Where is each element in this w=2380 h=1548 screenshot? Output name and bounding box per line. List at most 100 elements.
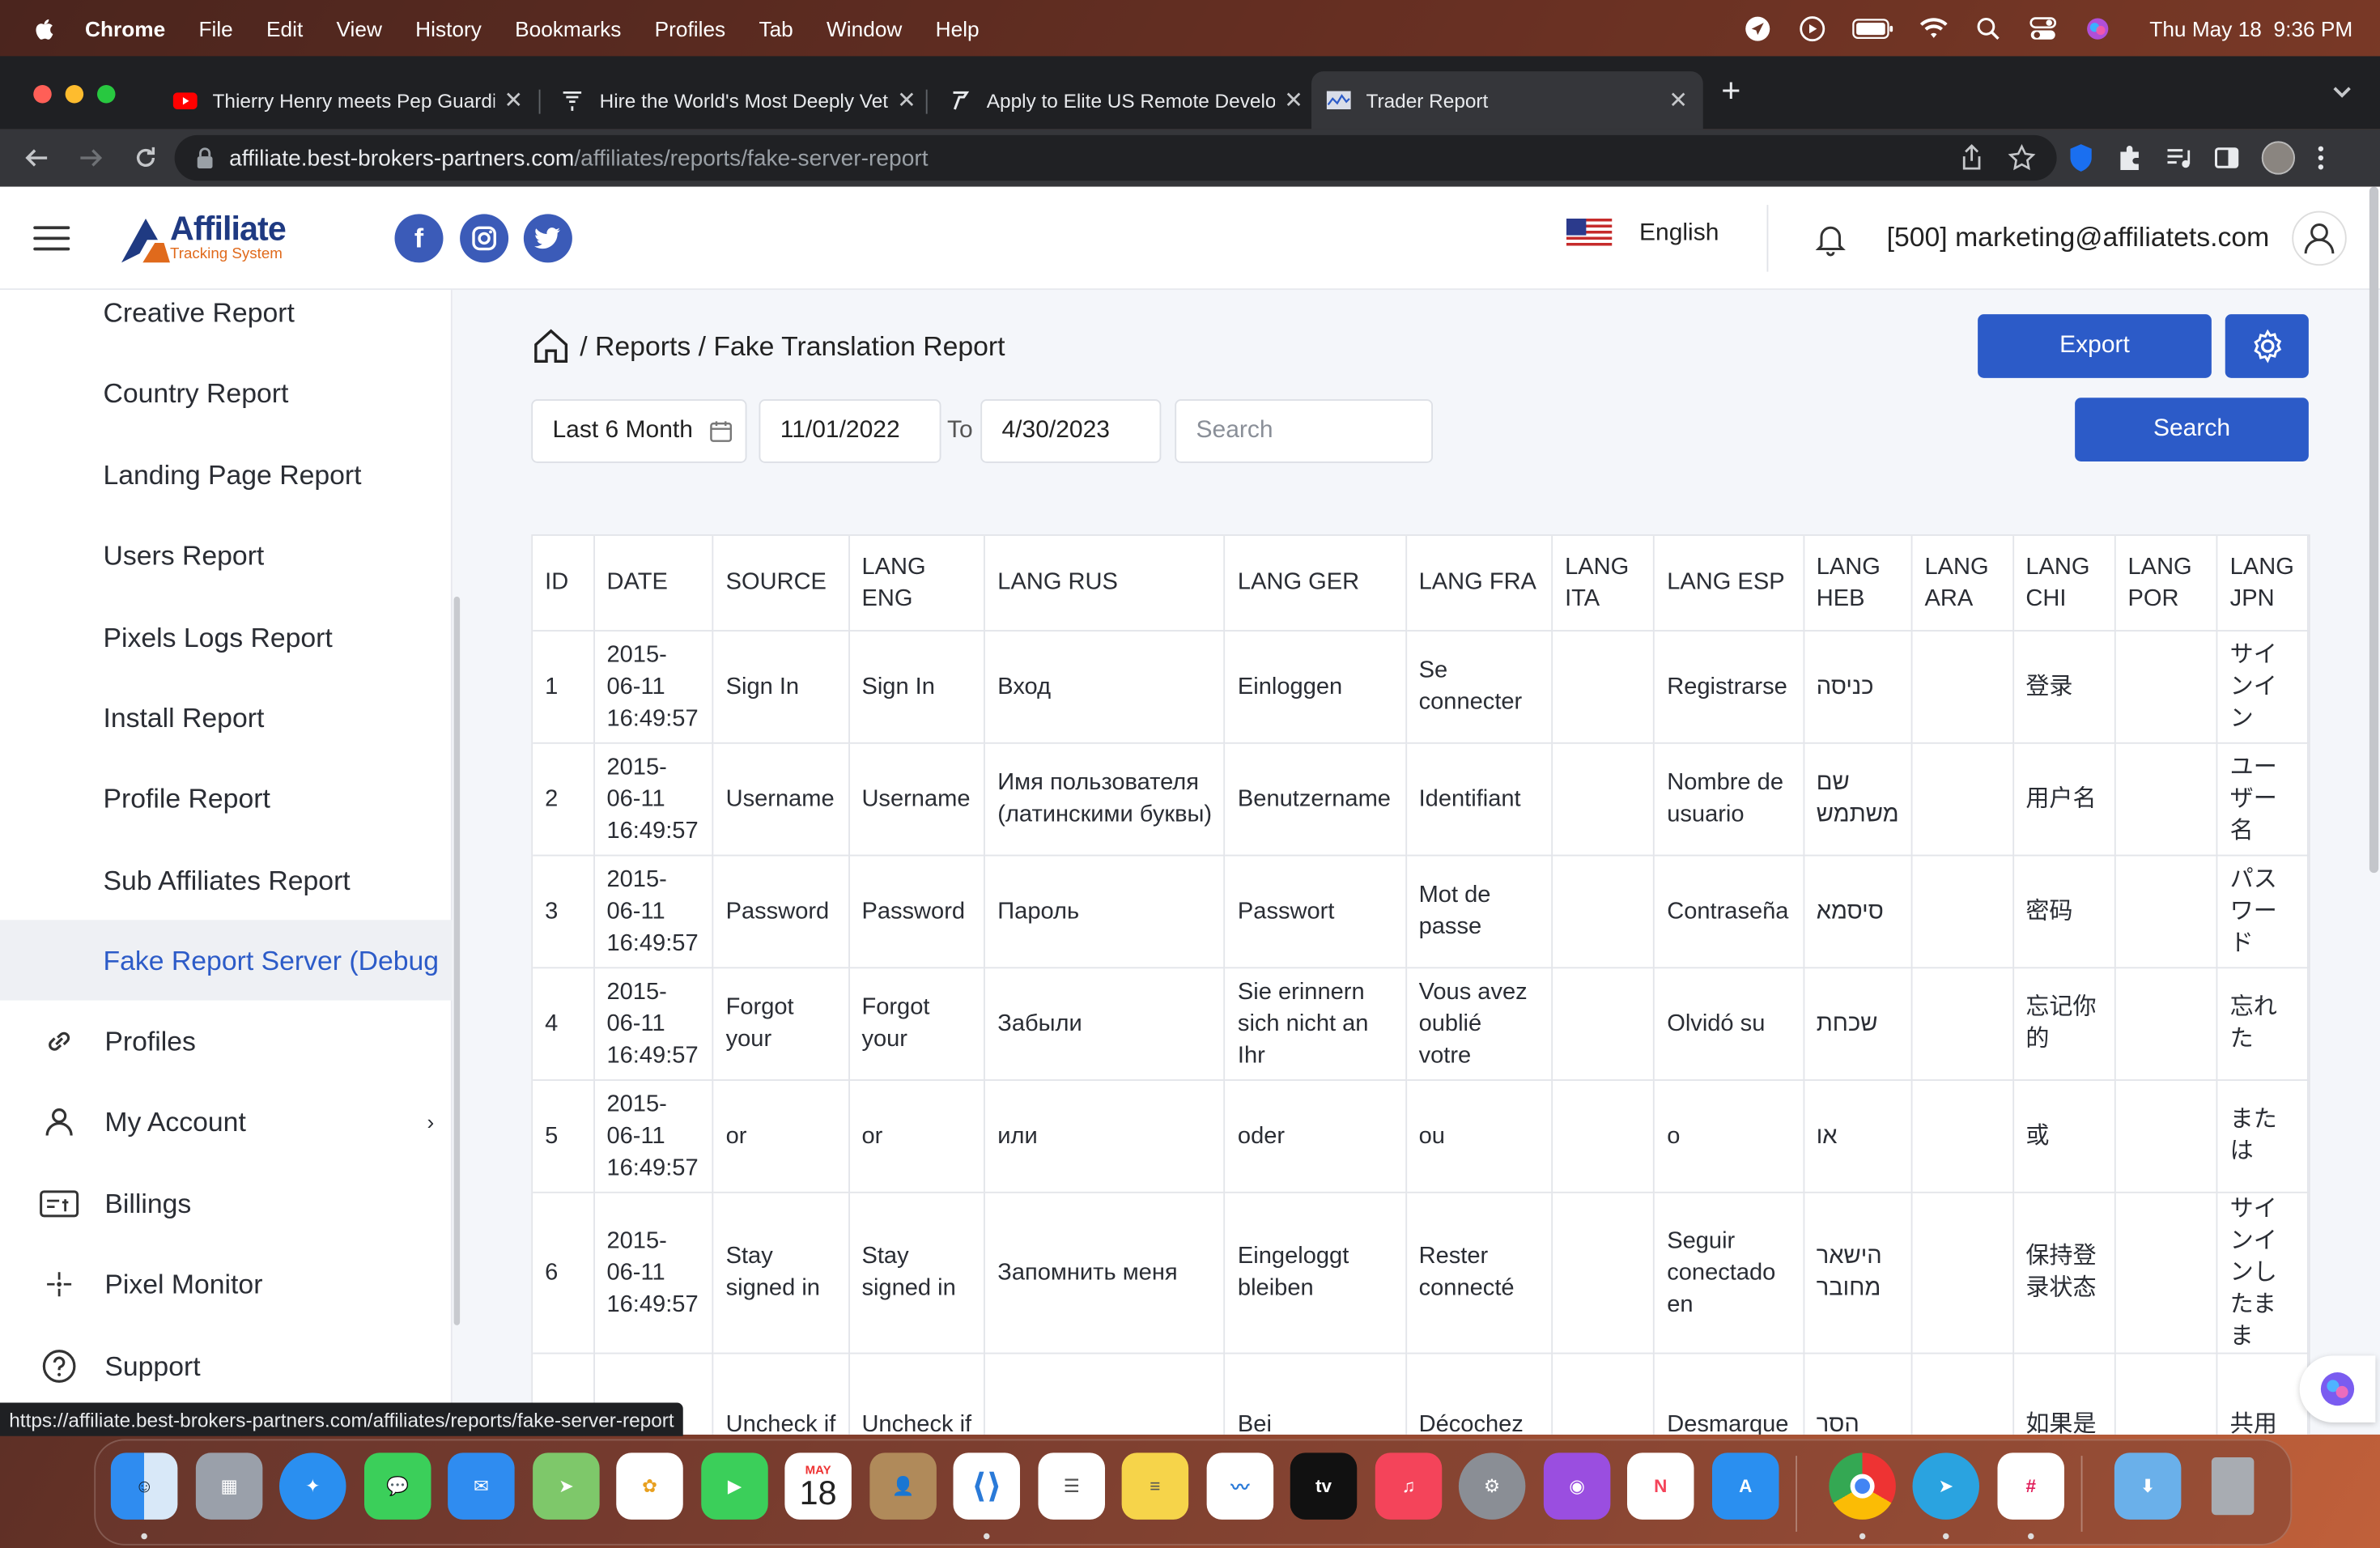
menu-app-name[interactable]: Chrome [85, 16, 165, 40]
close-tab-icon[interactable]: ✕ [897, 87, 916, 114]
user-account-label[interactable]: [500] marketing@affiliatets.com [1887, 222, 2270, 253]
chrome-menu-icon[interactable] [2316, 144, 2325, 172]
launchpad-icon[interactable]: ▦ [195, 1452, 263, 1520]
column-header[interactable]: SOURCE [712, 535, 850, 632]
browser-tab[interactable]: Thierry Henry meets Pep Guardiola ✕ [158, 71, 538, 129]
column-header[interactable]: LANG POR [2114, 535, 2218, 632]
spotlight-search-icon[interactable] [1974, 13, 2004, 44]
column-header[interactable]: LANG CHI [2012, 535, 2116, 632]
menu-help[interactable]: Help [936, 16, 980, 40]
telegram-icon[interactable]: ➤ [1912, 1452, 1979, 1520]
forward-arrow-icon[interactable] [76, 142, 107, 173]
sidebar-scrollbar[interactable] [453, 596, 461, 1325]
search-input[interactable]: Search [1175, 399, 1433, 463]
profile-avatar-icon[interactable] [2261, 141, 2295, 175]
news-icon[interactable]: N [1627, 1452, 1694, 1520]
settings-button[interactable] [2225, 314, 2309, 378]
table-row[interactable]: 6 2015-06-11 16:49:57 Stay signed in Stay s… [533, 1191, 2309, 1354]
sidebar-item-landing-page-report[interactable]: Landing Page Report [104, 460, 362, 491]
photos-icon[interactable]: ✿ [616, 1452, 683, 1520]
sidebar-item-profile-report[interactable]: Profile Report [104, 784, 270, 815]
column-header[interactable]: LANG ESP [1654, 535, 1804, 632]
hamburger-menu-icon[interactable] [33, 226, 70, 253]
column-header[interactable]: DATE [593, 535, 714, 632]
tab-search-chevron-icon[interactable] [2331, 80, 2352, 108]
column-header[interactable]: ID [533, 535, 595, 632]
music-icon[interactable]: ♫ [1375, 1452, 1443, 1520]
appletv-icon[interactable]: tv [1290, 1452, 1358, 1520]
column-header[interactable]: LANG ENG [848, 535, 986, 632]
close-tab-icon[interactable]: ✕ [504, 87, 524, 114]
downloads-icon[interactable]: ⬇ [2114, 1452, 2182, 1520]
safari-icon[interactable]: ✦ [279, 1452, 346, 1520]
table-row[interactable]: 4 2015-06-11 16:49:57 Forgot your Forgot yo… [533, 967, 2309, 1081]
menu-profiles[interactable]: Profiles [655, 16, 726, 40]
apple-icon[interactable] [31, 15, 58, 42]
maps-icon[interactable]: ➤ [533, 1452, 600, 1520]
date-from-input[interactable]: 11/01/2022 [759, 399, 941, 463]
system-settings-icon[interactable]: ⚙ [1458, 1452, 1526, 1520]
contacts-icon[interactable]: 👤 [869, 1452, 937, 1520]
reminders-icon[interactable]: ☰ [1038, 1452, 1105, 1520]
twitter-icon[interactable] [523, 214, 572, 263]
column-header[interactable]: LANG ARA [1911, 535, 2014, 632]
messages-icon[interactable]: 💬 [364, 1452, 431, 1520]
facetime-icon[interactable]: ▶ [701, 1452, 768, 1520]
sidebar-item-pixel-monitor[interactable]: Pixel Monitor [40, 1265, 262, 1304]
menu-window[interactable]: Window [827, 16, 902, 40]
export-button[interactable]: Export [1978, 314, 2212, 378]
play-icon[interactable] [1797, 13, 1828, 44]
facebook-icon[interactable]: f [394, 214, 444, 263]
notes-icon[interactable]: ≡ [1121, 1452, 1189, 1520]
sidebar-item-pixels-logs-report[interactable]: Pixels Logs Report [104, 623, 333, 654]
new-tab-icon[interactable]: + [1721, 71, 1740, 111]
column-header[interactable]: LANG ITA [1552, 535, 1655, 632]
breadcrumb-reports[interactable]: Reports [595, 330, 691, 362]
assistant-widget-icon[interactable] [2299, 1355, 2376, 1423]
sidebar-item-country-report[interactable]: Country Report [104, 378, 289, 410]
battery-icon[interactable] [1852, 13, 1895, 44]
sidebar-item-sub-affiliates-report[interactable]: Sub Affiliates Report [104, 865, 351, 897]
table-row[interactable]: Uncheck if you'reUncheck if you're Bei ge… [533, 1352, 2309, 1435]
siri-icon[interactable] [2083, 13, 2114, 44]
address-bar[interactable]: affiliate.best-brokers-partners.com/affi… [174, 134, 2057, 181]
table-row[interactable]: 3 2015-06-11 16:49:57 Password Password Паро… [533, 854, 2309, 968]
slack-icon[interactable]: # [1997, 1452, 2064, 1520]
instagram-icon[interactable] [460, 214, 509, 263]
browser-tab[interactable]: Hire the World's Most Deeply Vetted ✕ [545, 71, 931, 129]
user-avatar-icon[interactable] [2292, 211, 2347, 266]
home-icon[interactable] [531, 326, 571, 366]
freeform-icon[interactable]: 〰 [1206, 1452, 1274, 1520]
sidebar-item-billings[interactable]: Billings [40, 1184, 191, 1224]
date-range-preset-select[interactable]: Last 6 Month [531, 399, 747, 463]
shield-extension-icon[interactable] [2068, 142, 2095, 173]
table-row[interactable]: 5 2015-06-11 16:49:57 or or или oder ou o או 或または [533, 1079, 2309, 1193]
menu-view[interactable]: View [336, 16, 381, 40]
trash-icon[interactable] [2199, 1452, 2267, 1520]
menu-file[interactable]: File [198, 16, 232, 40]
column-header[interactable]: LANG HEB [1803, 535, 1913, 632]
column-header[interactable]: LANG JPN [2216, 535, 2309, 632]
close-tab-icon[interactable]: ✕ [1284, 87, 1303, 114]
control-center-icon[interactable] [2028, 13, 2059, 44]
table-row[interactable]: 1 2015-06-11 16:49:57 Sign In Sign In Вход Ei… [533, 630, 2309, 743]
location-icon[interactable] [1743, 13, 1774, 44]
affiliate-logo[interactable]: Affiliate Tracking System [121, 212, 287, 263]
page-scrollbar[interactable] [2369, 186, 2379, 874]
extensions-puzzle-icon[interactable] [2116, 144, 2144, 172]
date-to-input[interactable]: 4/30/2023 [980, 399, 1162, 463]
sidebar-item-profiles[interactable]: Profiles [40, 1022, 196, 1061]
vscode-icon[interactable]: ⟨⟩ [953, 1452, 1020, 1520]
browser-tab[interactable]: Apply to Elite US Remote Developer ✕ [932, 71, 1318, 129]
search-button[interactable]: Search [2075, 398, 2309, 461]
wifi-icon[interactable] [1919, 13, 1949, 44]
side-panel-icon[interactable] [2213, 144, 2241, 172]
minimize-window-button[interactable] [65, 85, 84, 104]
language-selector[interactable]: English [1566, 219, 1719, 249]
column-header[interactable]: LANG RUS [984, 535, 1226, 632]
menu-tab[interactable]: Tab [759, 16, 793, 40]
back-arrow-icon[interactable] [21, 142, 52, 173]
menu-history[interactable]: History [415, 16, 482, 40]
menu-bookmarks[interactable]: Bookmarks [515, 16, 621, 40]
menu-clock[interactable]: Thu May 18 9:36 PM [2149, 16, 2352, 40]
